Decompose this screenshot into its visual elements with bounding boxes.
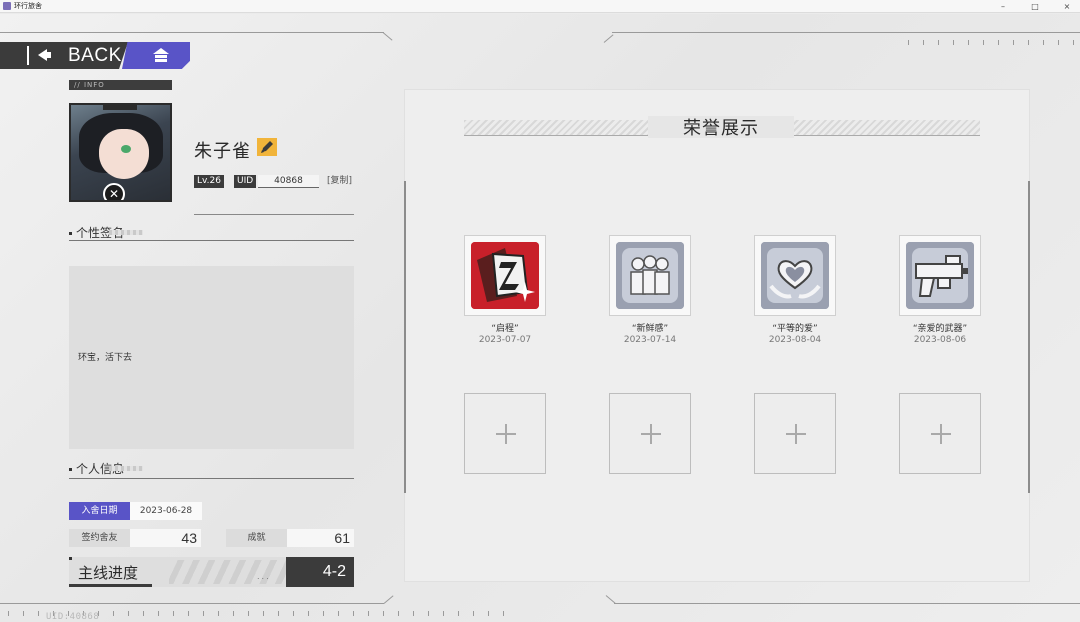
medal-2[interactable]: [609, 235, 691, 316]
bar-divider: [27, 46, 29, 65]
info-tag: // INFO: [69, 80, 172, 90]
medal-2-name: “新鲜感”: [631, 324, 669, 334]
frame-line-bottom-right-diag: [605, 595, 616, 604]
achievements-value: 61: [334, 530, 350, 546]
frame-line-bottom-right: [614, 603, 1080, 604]
empty-medal-slot-4[interactable]: [899, 393, 981, 474]
empty-medal-slot-2[interactable]: [609, 393, 691, 474]
join-date-label: 入舍日期: [69, 502, 130, 520]
main-story-progress[interactable]: 主线进度 ... 4-2: [69, 557, 354, 587]
honor-title: 荣誉展示: [683, 118, 759, 139]
signature-divider: [69, 240, 354, 241]
medal-4[interactable]: [899, 235, 981, 316]
signature-box[interactable]: 环宝，活下去: [69, 266, 354, 449]
medal-1[interactable]: [464, 235, 546, 316]
progress-value: 4-2: [286, 557, 354, 587]
frame-line-top-right: [612, 32, 1080, 33]
medal-4-date: 2023-08-06: [913, 335, 967, 345]
medal-3-date: 2023-08-04: [768, 335, 822, 345]
personal-info-divider: [69, 478, 354, 479]
progress-dots: ...: [257, 572, 271, 581]
frame-line-bottom-left-diag: [383, 595, 394, 604]
footer-uid: UID:40868: [46, 612, 100, 622]
empty-medal-slot-3[interactable]: [754, 393, 836, 474]
nickname: 朱子雀: [194, 141, 251, 162]
panel-edge-right: [1028, 181, 1030, 493]
avatar[interactable]: ✕: [69, 103, 172, 202]
progress-fill: [69, 584, 152, 587]
launch-medal-icon: [471, 242, 539, 309]
heart-medal-icon: [761, 242, 829, 309]
uid-label: UID: [234, 175, 257, 188]
level-badge: Lv.26: [194, 175, 224, 188]
avatar-badge-icon: ✕: [103, 183, 125, 200]
join-date-value: 2023-06-28: [130, 502, 202, 520]
name-divider: [194, 214, 354, 215]
medal-2-date: 2023-07-14: [623, 335, 677, 345]
window-titlebar: 环行旅舍 – □ ×: [0, 0, 1080, 13]
home-icon: [153, 48, 169, 62]
uid-value: 40868: [258, 175, 319, 188]
weapon-medal-icon: [906, 242, 974, 309]
arrow-left-icon-tail: [46, 52, 51, 58]
app-icon: [3, 2, 11, 10]
signature-text: 环宝，活下去: [78, 353, 133, 363]
medal-1-date: 2023-07-07: [478, 335, 532, 345]
frame-line-bottom-left: [0, 603, 384, 604]
back-label: BACK: [68, 45, 122, 66]
window-title: 环行旅舍: [14, 2, 42, 10]
empty-medal-slot-1[interactable]: [464, 393, 546, 474]
medal-3[interactable]: [754, 235, 836, 316]
frame-line-top-left-diag: [382, 32, 393, 41]
frame-line-top-right-diag: [603, 34, 614, 43]
friends-label: 签约舍友: [69, 529, 130, 547]
window-controls: – □ ×: [998, 0, 1072, 13]
group-medal-icon: [616, 242, 684, 309]
personal-info-section-title: 个人信息: [69, 460, 143, 477]
close-button[interactable]: ×: [1062, 0, 1072, 13]
copy-uid-button[interactable]: [复制]: [327, 175, 352, 188]
panel-edge-left: [404, 181, 406, 493]
medal-4-name: “亲爱的武器”: [912, 324, 968, 334]
top-nav: BACK: [0, 42, 190, 69]
avatar-eye: [121, 145, 131, 153]
frame-line-top-left: [0, 32, 384, 33]
friends-stat: 签约舍友 43: [69, 529, 201, 547]
medal-3-name: “平等的爱”: [772, 324, 818, 334]
edit-name-button[interactable]: [257, 138, 277, 156]
achievements-stat[interactable]: 成就 61: [226, 529, 354, 547]
minimize-button[interactable]: –: [998, 0, 1008, 13]
friends-value: 43: [181, 530, 197, 546]
back-button[interactable]: BACK: [0, 42, 128, 69]
profile-screen: UID:40868 BACK // INFO ✕ 朱子雀 Lv.26 UID 4…: [0, 14, 1080, 622]
signature-section-title: 个性签名: [69, 224, 143, 241]
tick-marks-top: [908, 40, 1074, 45]
medal-1-name: “启程”: [491, 324, 519, 334]
pencil-icon: [261, 141, 273, 153]
progress-label: 主线进度: [78, 564, 139, 582]
achievements-label: 成就: [226, 529, 287, 547]
home-button[interactable]: [122, 42, 190, 69]
maximize-button[interactable]: □: [1030, 0, 1040, 13]
